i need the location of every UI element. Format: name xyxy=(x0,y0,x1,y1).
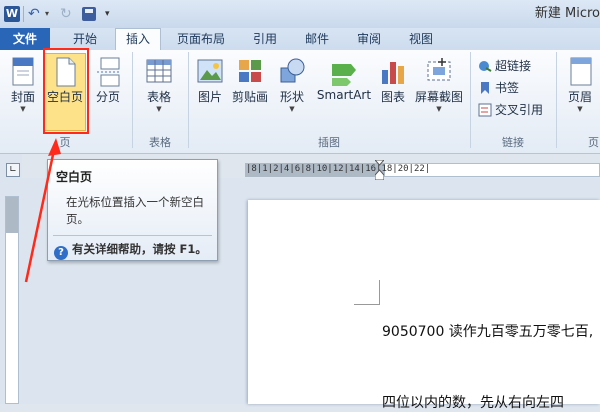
smartart-icon xyxy=(332,64,356,86)
word-app-icon[interactable]: W xyxy=(4,6,20,22)
page-break-button[interactable]: 分页 xyxy=(90,56,126,105)
vertical-ruler[interactable] xyxy=(5,196,19,404)
cross-reference-button[interactable]: 交叉引用 xyxy=(478,101,543,119)
ribbon-insert: 封面 ▼ 空白页 分页 页 表格 ▼ 表格 图片 剪贴画 形状 ▼ SmartA… xyxy=(0,50,600,154)
ribbon-tab-bar: 文件 开始 插入 页面布局 引用 邮件 审阅 视图 xyxy=(0,28,600,50)
clipart-label: 剪贴画 xyxy=(231,90,268,104)
shapes-icon xyxy=(280,58,305,83)
bookmark-label: 书签 xyxy=(495,81,520,95)
window-title: 新建 Micro xyxy=(534,6,600,21)
group-divider xyxy=(556,52,557,148)
table-button[interactable]: 表格 ▼ xyxy=(138,56,180,113)
tab-references[interactable]: 引用 xyxy=(242,28,288,50)
screenshot-icon xyxy=(427,58,451,81)
redo-icon[interactable]: ↻ xyxy=(60,6,76,22)
tab-view[interactable]: 视图 xyxy=(398,28,444,50)
annotation-highlight-box xyxy=(43,48,89,134)
help-icon: ? xyxy=(54,246,68,260)
ruler-ticks: |8|1|2|4|6|8|10|12|14|16|18|20|22| xyxy=(246,164,431,174)
tab-insert[interactable]: 插入 xyxy=(115,28,161,50)
chevron-down-icon: ▼ xyxy=(436,105,442,113)
chart-icon xyxy=(382,62,404,84)
tab-review[interactable]: 审阅 xyxy=(346,28,392,50)
smartart-label: SmartArt xyxy=(316,88,372,102)
cross-reference-icon xyxy=(478,103,492,117)
quick-access-divider xyxy=(23,6,24,22)
header-footer-group-label: 页 xyxy=(588,136,599,149)
clipart-icon xyxy=(239,60,261,82)
shapes-label: 形状 xyxy=(279,90,304,104)
tab-file[interactable]: 文件 xyxy=(0,28,50,50)
page-break-label: 分页 xyxy=(95,90,120,104)
tables-group-label: 表格 xyxy=(149,136,171,149)
document-page[interactable] xyxy=(248,200,600,404)
illustrations-group-label: 插图 xyxy=(318,136,340,149)
cover-page-label: 封面 xyxy=(10,90,35,104)
table-label: 表格 xyxy=(146,90,171,104)
cover-page-icon xyxy=(12,57,34,86)
links-group-label: 链接 xyxy=(502,136,524,149)
customize-quick-access-icon[interactable]: ▾ xyxy=(105,6,115,22)
shapes-button[interactable]: 形状 ▼ xyxy=(274,56,310,113)
chevron-down-icon: ▼ xyxy=(577,105,583,113)
chevron-down-icon: ▼ xyxy=(156,105,162,113)
tooltip-divider xyxy=(53,235,212,236)
table-icon xyxy=(146,59,172,83)
hyperlink-label: 超链接 xyxy=(495,59,532,73)
bookmark-icon xyxy=(481,82,489,94)
picture-button[interactable]: 图片 xyxy=(192,56,228,105)
tooltip-body: 在光标位置插入一个新空白页。 xyxy=(66,195,204,226)
blank-page-tooltip: 空白页 在光标位置插入一个新空白页。 ? 有关详细帮助，请按 F1。 xyxy=(47,159,218,261)
group-divider xyxy=(132,52,133,148)
pages-group-label: 页 xyxy=(59,136,71,149)
cover-page-button[interactable]: 封面 ▼ xyxy=(6,56,40,113)
picture-icon xyxy=(197,59,223,83)
undo-icon[interactable]: ↶ xyxy=(28,6,46,22)
picture-label: 图片 xyxy=(197,90,222,104)
document-text-line[interactable]: 四位以内的数，先从右向左四 xyxy=(382,392,564,412)
hyperlink-button[interactable]: 超链接 xyxy=(478,57,531,75)
group-divider xyxy=(470,52,471,148)
cross-reference-label: 交叉引用 xyxy=(495,103,544,117)
header-icon xyxy=(570,57,592,86)
header-label: 页眉 xyxy=(567,90,592,104)
screenshot-label: 屏幕截图 xyxy=(414,90,463,104)
tab-mailings[interactable]: 邮件 xyxy=(294,28,340,50)
group-divider xyxy=(188,52,189,148)
undo-dropdown-icon[interactable]: ▾ xyxy=(45,6,53,22)
bookmark-button[interactable]: 书签 xyxy=(478,79,519,97)
chart-button[interactable]: 图表 xyxy=(376,56,410,105)
chevron-down-icon: ▼ xyxy=(289,105,295,113)
margin-corner-mark xyxy=(354,280,380,305)
clipart-button[interactable]: 剪贴画 xyxy=(230,56,270,105)
tab-page-layout[interactable]: 页面布局 xyxy=(168,28,234,50)
header-button[interactable]: 页眉 ▼ xyxy=(562,56,598,113)
smartart-button[interactable]: SmartArt xyxy=(314,56,374,102)
indent-marker-icon[interactable] xyxy=(375,160,384,180)
save-icon[interactable] xyxy=(82,7,96,21)
tooltip-help-text: 有关详细帮助，请按 F1。 xyxy=(72,242,207,256)
hyperlink-icon xyxy=(479,61,492,72)
tooltip-help: ? 有关详细帮助，请按 F1。 xyxy=(54,241,207,260)
document-text-line[interactable]: 9050700 读作九百零五万零七百, xyxy=(382,321,593,341)
title-bar: W ↶ ▾ ↻ ▾ 新建 Micro xyxy=(0,0,600,28)
tooltip-title: 空白页 xyxy=(56,170,93,184)
screenshot-button[interactable]: 屏幕截图 ▼ xyxy=(412,56,466,113)
page-break-icon xyxy=(97,57,121,87)
tab-selector-icon[interactable]: ∟ xyxy=(6,163,20,177)
tab-home[interactable]: 开始 xyxy=(62,28,108,50)
chevron-down-icon: ▼ xyxy=(20,105,26,113)
chart-label: 图表 xyxy=(380,90,405,104)
